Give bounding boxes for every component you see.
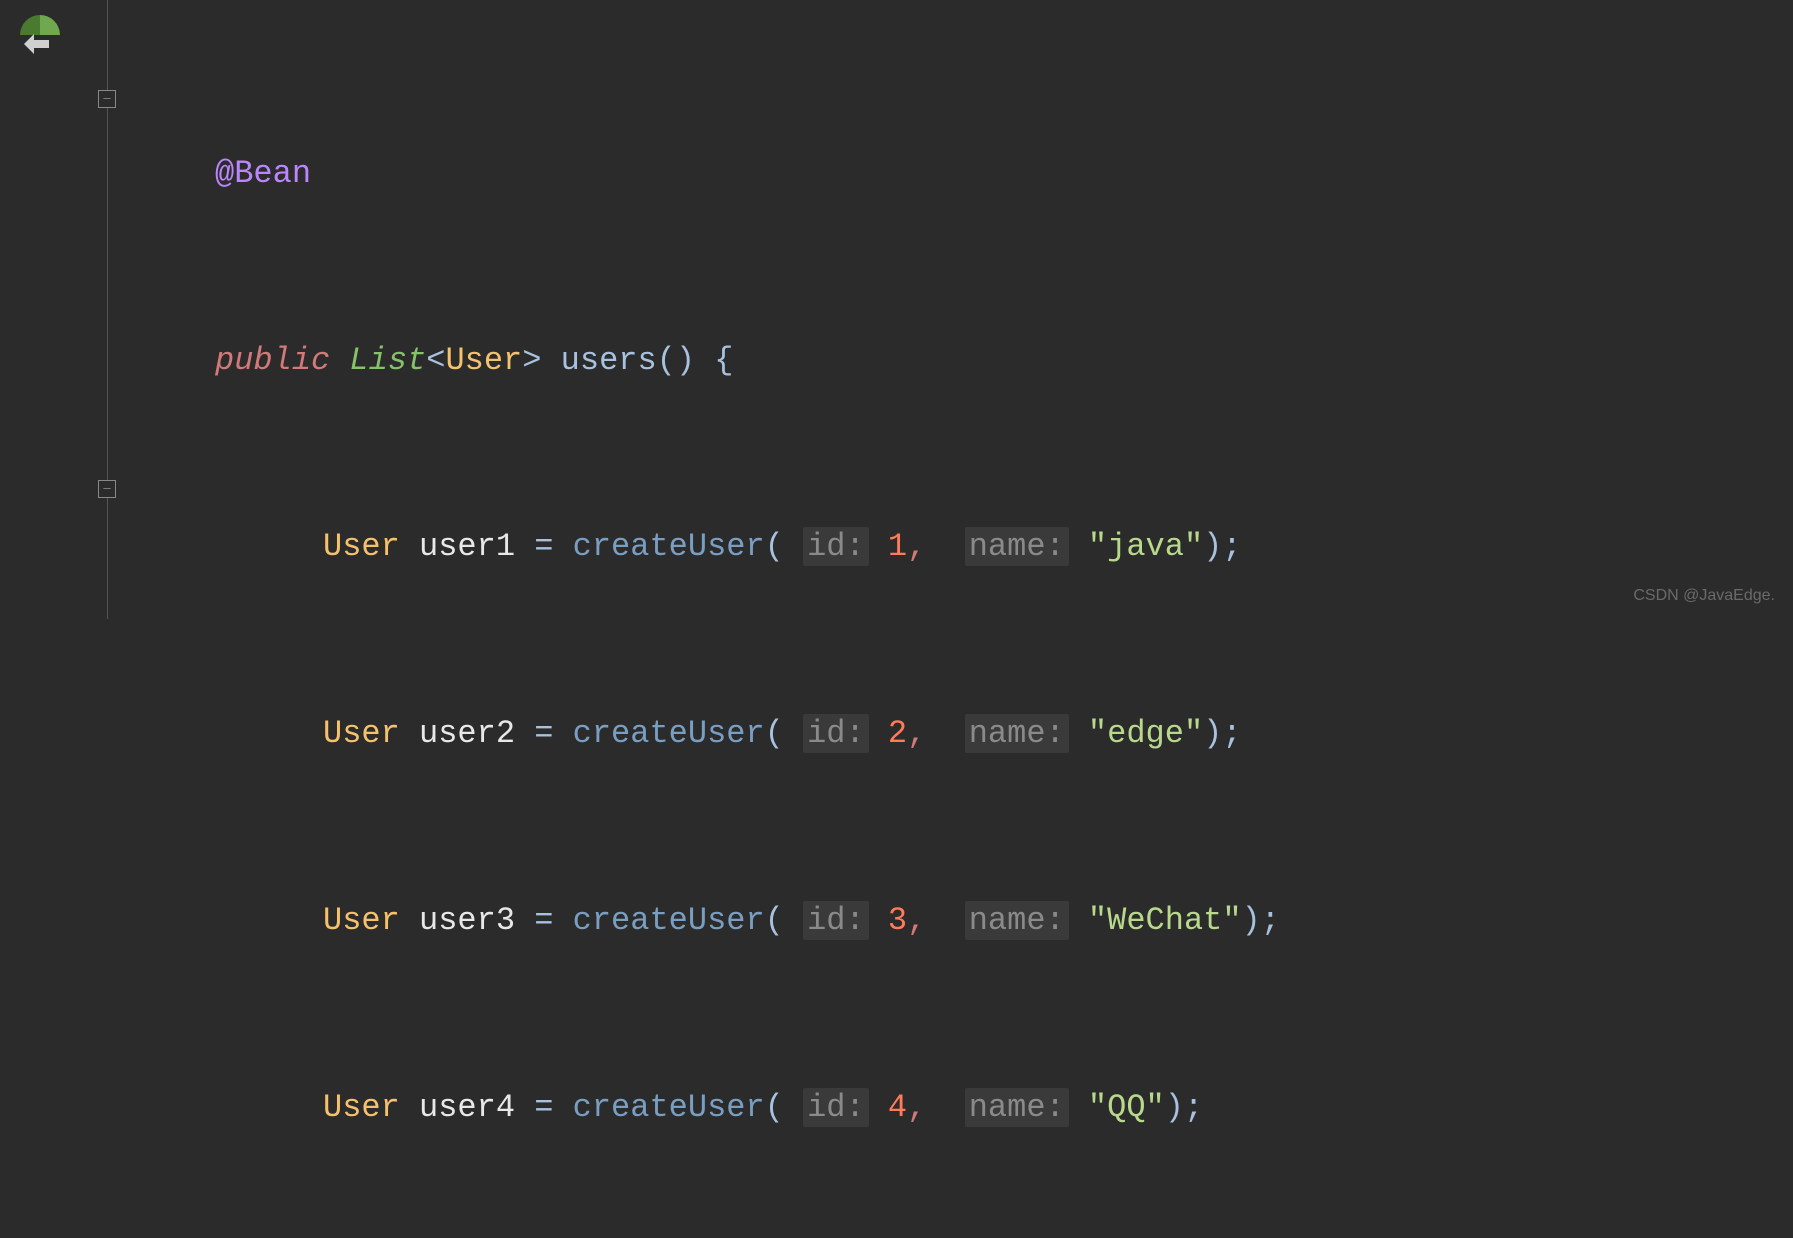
number-literal: 3 <box>888 902 907 939</box>
fold-marker-close[interactable]: ─ <box>98 480 116 498</box>
assign-op: = <box>534 715 553 752</box>
assign-op: = <box>534 528 553 565</box>
var-type: User <box>323 528 400 565</box>
var-type: User <box>323 1089 400 1126</box>
angle-bracket: < <box>426 342 445 379</box>
paren: ); <box>1242 902 1280 939</box>
param-hint: id: <box>803 1088 869 1127</box>
string-literal: "QQ" <box>1088 1089 1165 1126</box>
comma: , <box>907 902 926 939</box>
code-editor[interactable]: ─ ─ @Bean public List<User> users() { Us… <box>0 0 1793 619</box>
paren: ); <box>1165 1089 1203 1126</box>
angle-bracket: > <box>522 342 541 379</box>
method-call: createUser <box>573 715 765 752</box>
implementation-icon[interactable] <box>15 10 65 60</box>
param-hint: id: <box>803 527 869 566</box>
paren: () <box>657 342 695 379</box>
paren: ); <box>1203 528 1241 565</box>
param-hint: name: <box>965 901 1069 940</box>
watermark-text: CSDN @JavaEdge. <box>1633 580 1775 611</box>
paren: ( <box>765 902 784 939</box>
editor-gutter: ─ ─ <box>0 0 120 619</box>
var-type: User <box>323 715 400 752</box>
code-content[interactable]: @Bean public List<User> users() { User u… <box>120 0 1280 619</box>
var-name: user4 <box>419 1089 515 1126</box>
assign-op: = <box>534 1089 553 1126</box>
number-literal: 2 <box>888 715 907 752</box>
param-hint: id: <box>803 901 869 940</box>
param-hint: id: <box>803 714 869 753</box>
var-name: user2 <box>419 715 515 752</box>
comma: , <box>907 1089 926 1126</box>
code-line: User user4 = createUser( id: 4, name: "Q… <box>215 1077 1280 1139</box>
code-line: User user2 = createUser( id: 2, name: "e… <box>215 703 1280 765</box>
assign-op: = <box>534 902 553 939</box>
fold-marker-open[interactable]: ─ <box>98 90 116 108</box>
param-hint: name: <box>965 1088 1069 1127</box>
modifier-keyword: public <box>215 342 330 379</box>
paren: ( <box>765 528 784 565</box>
number-literal: 4 <box>888 1089 907 1126</box>
annotation-token: @Bean <box>215 155 311 192</box>
generic-type: User <box>445 342 522 379</box>
code-line: User user1 = createUser( id: 1, name: "j… <box>215 516 1280 578</box>
method-call: createUser <box>573 902 765 939</box>
code-line: @Bean <box>215 143 1280 205</box>
param-hint: name: <box>965 714 1069 753</box>
paren: ( <box>765 715 784 752</box>
paren: ); <box>1203 715 1241 752</box>
code-line: User user3 = createUser( id: 3, name: "W… <box>215 890 1280 952</box>
var-name: user1 <box>419 528 515 565</box>
open-brace: { <box>714 342 733 379</box>
method-call: createUser <box>573 528 765 565</box>
comma: , <box>907 715 926 752</box>
method-call: createUser <box>573 1089 765 1126</box>
string-literal: "java" <box>1088 528 1203 565</box>
string-literal: "WeChat" <box>1088 902 1242 939</box>
method-name: users <box>561 342 657 379</box>
paren: ( <box>765 1089 784 1126</box>
var-type: User <box>323 902 400 939</box>
string-literal: "edge" <box>1088 715 1203 752</box>
param-hint: name: <box>965 527 1069 566</box>
comma: , <box>907 528 926 565</box>
number-literal: 1 <box>888 528 907 565</box>
return-type: List <box>349 342 426 379</box>
var-name: user3 <box>419 902 515 939</box>
code-line: public List<User> users() { <box>215 330 1280 392</box>
